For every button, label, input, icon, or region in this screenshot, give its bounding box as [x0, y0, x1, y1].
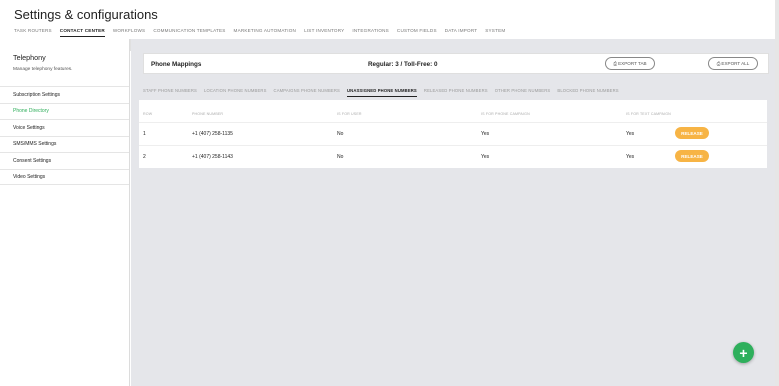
sidebar-title: Telephony: [13, 53, 46, 62]
nav-data-import[interactable]: DATA IMPORT: [445, 28, 478, 37]
sidebar-item-subscription-settings[interactable]: Subscription Settings: [0, 86, 129, 103]
column-header-is-for-phone-campaign: IS FOR PHONE CAMPAIGN: [481, 112, 530, 116]
phone-number-tabs: STAFF PHONE NUMBERS LOCATION PHONE NUMBE…: [143, 88, 619, 97]
cell-is-for-phone-campaign: Yes: [481, 154, 490, 160]
nav-custom-fields[interactable]: CUSTOM FIELDS: [397, 28, 437, 37]
cell-is-for-user: No: [337, 131, 344, 137]
export-tab-label: EXPORT TAB: [618, 61, 647, 66]
nav-marketing-automation[interactable]: MARKETING AUTOMATION: [234, 28, 297, 37]
table-row: 1 +1 (407) 258-1135 No Yes Yes RELEASE: [139, 122, 767, 145]
tab-campaigns-phone-numbers[interactable]: CAMPAIGNS PHONE NUMBERS: [274, 88, 340, 97]
plus-icon: +: [739, 344, 748, 361]
add-button[interactable]: +: [733, 342, 754, 363]
export-tab-button[interactable]: ⎙ EXPORT TAB: [605, 57, 655, 70]
column-header-is-for-user: IS FOR USER: [337, 112, 362, 116]
sidebar-item-video-settings[interactable]: Video Settings: [0, 168, 129, 185]
tab-blocked-phone-numbers[interactable]: BLOCKED PHONE NUMBERS: [557, 88, 618, 97]
cell-is-for-text-campaign: Yes: [626, 131, 635, 137]
sidebar-item-voice-settings[interactable]: Voice Settings: [0, 119, 129, 136]
tab-other-phone-numbers[interactable]: OTHER PHONE NUMBERS: [495, 88, 551, 97]
nav-integrations[interactable]: INTEGRATIONS: [352, 28, 389, 37]
card-title: Phone Mappings: [151, 61, 202, 68]
page-title: Settings & configurations: [14, 7, 158, 22]
cell-phone-number: +1 (407) 258-1143: [192, 154, 233, 160]
cell-phone-number: +1 (407) 258-1135: [192, 131, 233, 137]
phone-count: Regular: 3 / Toll-Free: 0: [368, 61, 438, 68]
tab-staff-phone-numbers[interactable]: STAFF PHONE NUMBERS: [143, 88, 197, 97]
column-header-phone-number: PHONE NUMBER: [192, 112, 224, 116]
sidebar-item-phone-directory[interactable]: Phone Directory: [0, 102, 129, 120]
nav-workflows[interactable]: WORKFLOWS: [113, 28, 145, 37]
phone-mappings-card: Phone Mappings Regular: 3 / Toll-Free: 0…: [143, 53, 769, 74]
export-icon: ⎙: [716, 61, 721, 66]
tab-unassigned-phone-numbers[interactable]: UNASSIGNED PHONE NUMBERS: [346, 88, 417, 97]
column-header-is-for-text-campaign: IS FOR TEXT CAMPAIGN: [626, 112, 671, 116]
cell-is-for-phone-campaign: Yes: [481, 131, 490, 137]
export-icon: ⎙: [613, 61, 618, 66]
column-header-row: ROW: [143, 112, 153, 116]
sidebar-item-consent-settings[interactable]: Consent Settings: [0, 152, 129, 169]
sidebar-subtitle: Manage telephony features.: [13, 67, 73, 72]
top-nav: TASK ROUTERS CONTACT CENTER WORKFLOWS CO…: [14, 28, 505, 37]
export-all-label: EXPORT ALL: [721, 61, 750, 66]
cell-row: 2: [143, 154, 146, 160]
page-header: Settings & configurations TASK ROUTERS C…: [0, 0, 779, 39]
tab-released-phone-numbers[interactable]: RELEASED PHONE NUMBERS: [424, 88, 488, 97]
sidebar: Telephony Manage telephony features. Sub…: [0, 39, 130, 386]
cell-is-for-text-campaign: Yes: [626, 154, 635, 160]
nav-task-routers[interactable]: TASK ROUTERS: [14, 28, 52, 37]
tab-location-phone-numbers[interactable]: LOCATION PHONE NUMBERS: [204, 88, 267, 97]
nav-system[interactable]: SYSTEM: [485, 28, 505, 37]
release-button[interactable]: RELEASE: [675, 127, 709, 139]
nav-communication-templates[interactable]: COMMUNICATION TEMPLATES: [153, 28, 225, 37]
window-scrollbar[interactable]: [775, 0, 779, 386]
nav-list-inventory[interactable]: LIST INVENTORY: [304, 28, 344, 37]
phone-numbers-table: ROW PHONE NUMBER IS FOR USER IS FOR PHON…: [139, 100, 767, 168]
nav-contact-center[interactable]: CONTACT CENTER: [59, 28, 105, 37]
main-content: Phone Mappings Regular: 3 / Toll-Free: 0…: [131, 39, 775, 386]
cell-row: 1: [143, 131, 146, 137]
sidebar-menu: Subscription Settings Phone Directory Vo…: [0, 86, 129, 185]
release-button[interactable]: RELEASE: [675, 150, 709, 162]
sidebar-item-sms-mms-settings[interactable]: SMS/MMS Settings: [0, 135, 129, 153]
export-all-button[interactable]: ⎙ EXPORT ALL: [708, 57, 758, 70]
cell-is-for-user: No: [337, 154, 344, 160]
table-row: 2 +1 (407) 258-1143 No Yes Yes RELEASE: [139, 145, 767, 168]
